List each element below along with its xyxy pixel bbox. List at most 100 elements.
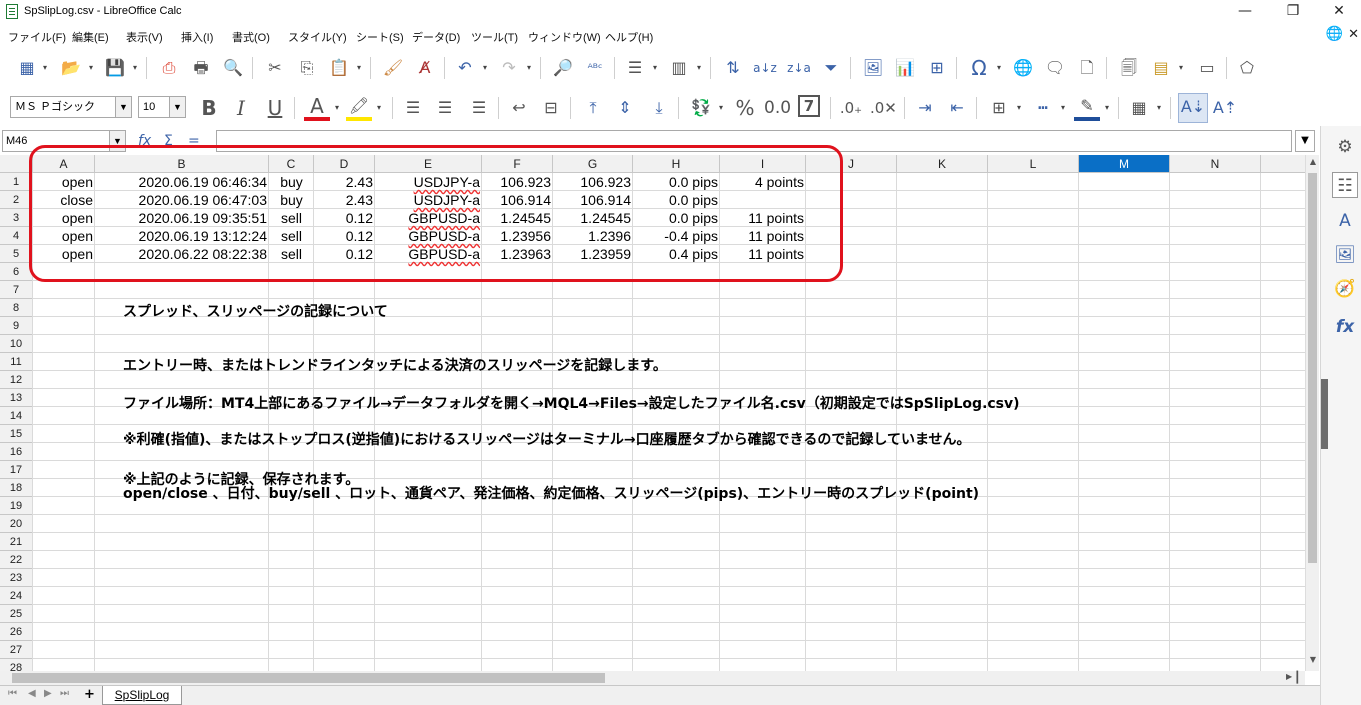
cut-icon[interactable]: ✂ bbox=[262, 55, 288, 81]
next-sheet-icon[interactable]: ▶ bbox=[44, 688, 52, 699]
menu-view[interactable]: 表示(V) bbox=[126, 29, 163, 45]
column-header-a[interactable]: A bbox=[33, 155, 95, 173]
align-right-icon[interactable]: ☰ bbox=[466, 95, 492, 121]
cell-a1[interactable]: open bbox=[33, 173, 95, 191]
undo-icon[interactable]: ↶ bbox=[452, 55, 478, 81]
new-spreadsheet-icon[interactable]: ▦ bbox=[14, 55, 40, 81]
align-left-icon[interactable]: ☰ bbox=[400, 95, 426, 121]
cell-d1[interactable]: 2.43 bbox=[314, 173, 375, 191]
column-header-b[interactable]: B bbox=[95, 155, 269, 173]
cell-d3[interactable]: 0.12 bbox=[314, 209, 375, 227]
cell-d4[interactable]: 0.12 bbox=[314, 227, 375, 245]
cell-h2[interactable]: 0.0 pips bbox=[633, 191, 720, 209]
pivot-table-icon[interactable]: ⊞ bbox=[924, 55, 950, 81]
cell-a3[interactable]: open bbox=[33, 209, 95, 227]
highlight-color-icon[interactable]: 🖍 bbox=[346, 93, 372, 121]
row-header[interactable]: 22 bbox=[0, 551, 33, 569]
save-dropdown-icon[interactable]: ▾ bbox=[130, 55, 140, 81]
cell-h4[interactable]: -0.4 pips bbox=[633, 227, 720, 245]
column-dropdown-icon[interactable]: ▾ bbox=[694, 55, 704, 81]
cell-c5[interactable]: sell bbox=[269, 245, 314, 263]
text-direction-icon[interactable]: A⇡ bbox=[1212, 95, 1238, 121]
column-header-e[interactable]: E bbox=[375, 155, 482, 173]
row-header[interactable]: 16 bbox=[0, 443, 33, 461]
menu-data[interactable]: データ(D) bbox=[412, 29, 460, 45]
column-header-i[interactable]: I bbox=[720, 155, 806, 173]
insert-image-icon[interactable]: 🖼 bbox=[860, 55, 886, 81]
column-icon[interactable]: ▥ bbox=[666, 55, 692, 81]
cell-g2[interactable]: 106.914 bbox=[553, 191, 633, 209]
define-print-area-icon[interactable]: 🗐 bbox=[1116, 55, 1142, 81]
row-icon[interactable]: ☰ bbox=[622, 55, 648, 81]
font-name-combo[interactable]: ＭＳ Ｐゴシック ▼ bbox=[10, 96, 132, 118]
properties-icon[interactable]: ☷ bbox=[1332, 172, 1358, 198]
row-header[interactable]: 17 bbox=[0, 461, 33, 479]
close-document-icon[interactable]: ✕ bbox=[1348, 27, 1359, 42]
row-header[interactable]: 13 bbox=[0, 389, 33, 407]
menu-window[interactable]: ウィンドウ(W) bbox=[528, 29, 601, 45]
sort-ascending-icon[interactable]: a↓z bbox=[752, 55, 778, 81]
chevron-down-icon[interactable]: ▼ bbox=[115, 97, 131, 117]
horizontal-scrollbar[interactable]: ▶ ┃ bbox=[0, 671, 1305, 685]
special-character-icon[interactable]: Ω bbox=[966, 55, 992, 81]
cell-f2[interactable]: 106.914 bbox=[482, 191, 553, 209]
row-header[interactable]: 10 bbox=[0, 335, 33, 353]
insert-chart-icon[interactable]: 📊 bbox=[892, 55, 918, 81]
clone-formatting-icon[interactable]: 🖌 bbox=[380, 55, 406, 81]
center-vertically-icon[interactable]: ⇕ bbox=[612, 95, 638, 121]
row-header[interactable]: 21 bbox=[0, 533, 33, 551]
find-replace-icon[interactable]: 🔎 bbox=[550, 55, 576, 81]
cell-i2[interactable] bbox=[720, 191, 806, 209]
spelling-icon[interactable]: ᴬᴮᶜ bbox=[582, 55, 608, 81]
scroll-up-icon[interactable]: ▲ bbox=[1306, 157, 1320, 169]
sum-icon[interactable]: Σ bbox=[164, 130, 173, 152]
spreadsheet-grid[interactable]: ABCDEFGHIJKLMN 1 2 3 4 5 6 7 8 9 10 11 12 13 14 15 16 17… bbox=[0, 155, 1305, 671]
note-line[interactable]: スプレッド、スリッページの記録について bbox=[123, 303, 388, 321]
row-header[interactable]: 28 bbox=[0, 659, 33, 671]
chevron-down-icon[interactable]: ▼ bbox=[109, 131, 125, 151]
row-header[interactable]: 4 bbox=[0, 227, 33, 245]
paste-dropdown-icon[interactable]: ▾ bbox=[354, 55, 364, 81]
select-all-corner[interactable] bbox=[0, 155, 33, 173]
note-line[interactable]: open/close 、日付、buy/sell 、ロット、通貨ペア、発注価格、約… bbox=[123, 485, 979, 503]
save-icon[interactable]: 💾 bbox=[102, 55, 128, 81]
border-style-icon[interactable]: ┅ bbox=[1030, 95, 1056, 121]
cell-i4[interactable]: 11 points bbox=[720, 227, 806, 245]
paste-icon[interactable]: 📋 bbox=[326, 55, 352, 81]
globe-icon[interactable]: 🌐 bbox=[1326, 26, 1343, 42]
add-decimal-icon[interactable]: .0₊ bbox=[838, 95, 864, 121]
navigator-icon[interactable]: 🧭 bbox=[1332, 276, 1358, 302]
vertical-scroll-thumb[interactable] bbox=[1308, 173, 1317, 563]
formula-input[interactable] bbox=[216, 130, 1292, 152]
column-header-l[interactable]: L bbox=[988, 155, 1079, 173]
cell-b3[interactable]: 2020.06.19 09:35:51 bbox=[95, 209, 269, 227]
cell-f3[interactable]: 1.24545 bbox=[482, 209, 553, 227]
sort-descending-icon[interactable]: z↓a bbox=[786, 55, 812, 81]
cell-b2[interactable]: 2020.06.19 06:47:03 bbox=[95, 191, 269, 209]
vertical-scrollbar[interactable]: ▲ ▼ bbox=[1305, 155, 1319, 671]
headers-footers-icon[interactable]: 🗋 bbox=[1074, 55, 1100, 81]
row-header[interactable]: 24 bbox=[0, 587, 33, 605]
copy-icon[interactable]: ⎘ bbox=[294, 55, 320, 81]
vertical-text-icon[interactable]: A⇣ bbox=[1178, 93, 1208, 123]
conditional-format-icon[interactable]: ▦ bbox=[1126, 95, 1152, 121]
cell-g4[interactable]: 1.2396 bbox=[553, 227, 633, 245]
column-header-n[interactable]: N bbox=[1170, 155, 1261, 173]
menu-edit[interactable]: 編集(E) bbox=[72, 29, 109, 45]
note-line[interactable]: ファイル場所：MT4上部にあるファイル→データフォルダを開く→MQL4→File… bbox=[123, 395, 1020, 413]
increase-indent-icon[interactable]: ⇥ bbox=[912, 95, 938, 121]
cell-e3[interactable]: GBPUSD-a bbox=[375, 209, 482, 227]
cell-h5[interactable]: 0.4 pips bbox=[633, 245, 720, 263]
freeze-rows-icon[interactable]: ▤ bbox=[1148, 55, 1174, 81]
row-header[interactable]: 15 bbox=[0, 425, 33, 443]
cell-f4[interactable]: 1.23956 bbox=[482, 227, 553, 245]
cell-g3[interactable]: 1.24545 bbox=[553, 209, 633, 227]
row-dropdown-icon[interactable]: ▾ bbox=[650, 55, 660, 81]
restore-button[interactable]: ❐ bbox=[1270, 0, 1316, 24]
name-box[interactable]: M46 ▼ bbox=[2, 130, 126, 152]
open-dropdown-icon[interactable]: ▾ bbox=[86, 55, 96, 81]
align-top-icon[interactable]: ⤒ bbox=[580, 95, 606, 121]
italic-icon[interactable]: I bbox=[228, 95, 254, 121]
special-character-dropdown-icon[interactable]: ▾ bbox=[994, 55, 1004, 81]
note-line[interactable]: エントリー時、またはトレンドラインタッチによる決済のスリッページを記録します。 bbox=[123, 357, 667, 375]
